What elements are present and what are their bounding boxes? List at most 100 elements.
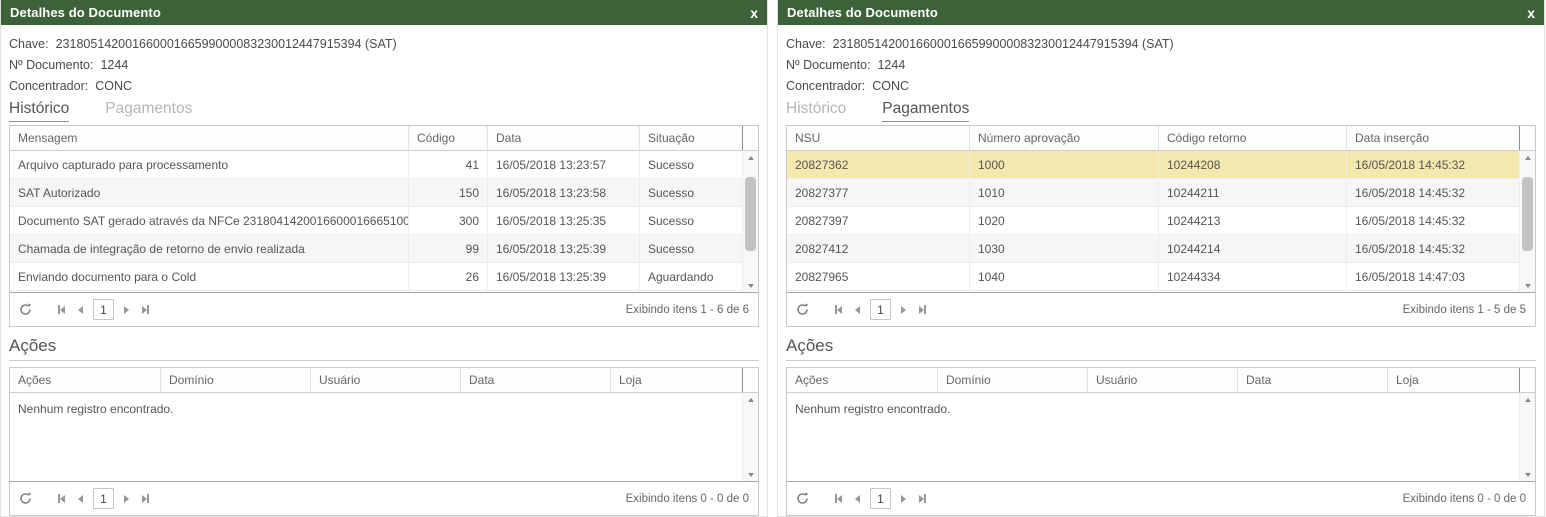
prev-page-button[interactable] xyxy=(848,489,867,508)
header-scrollbar-pad xyxy=(742,126,758,150)
table-row[interactable]: Enviando documento para o Cold 26 16/05/… xyxy=(10,263,758,291)
current-page[interactable]: 1 xyxy=(870,488,891,509)
prev-page-button[interactable] xyxy=(848,300,867,319)
tab-strip: Histórico Pagamentos xyxy=(1,97,767,122)
vertical-scrollbar[interactable] xyxy=(1519,393,1535,481)
document-info: Chave:2318051420016600016659900008323001… xyxy=(1,25,767,97)
table-row-selected[interactable]: 20827362 1000 10244208 16/05/2018 14:45:… xyxy=(787,151,1535,179)
concentrador-value: CONC xyxy=(95,79,132,93)
last-page-button[interactable] xyxy=(913,300,932,319)
cell-data: 16/05/2018 13:23:57 xyxy=(487,151,639,178)
close-icon[interactable]: x xyxy=(750,6,758,20)
tab-historico[interactable]: Histórico xyxy=(9,100,69,122)
scroll-down-icon[interactable] xyxy=(743,279,758,292)
current-page[interactable]: 1 xyxy=(870,299,891,320)
next-page-button[interactable] xyxy=(894,489,913,508)
vertical-scrollbar[interactable] xyxy=(742,151,758,292)
acoes-grid: Ações Domínio Usuário Data Loja Nenhum r… xyxy=(786,367,1536,516)
refresh-icon[interactable] xyxy=(19,303,32,316)
scroll-up-icon[interactable] xyxy=(1520,151,1535,164)
documento-label: Nº Documento: xyxy=(786,58,870,72)
cell-codigo: 300 xyxy=(408,207,487,234)
cell-retorno: 10244208 xyxy=(1158,151,1346,178)
vertical-scrollbar[interactable] xyxy=(742,393,758,481)
last-page-button[interactable] xyxy=(136,300,155,319)
documento-value: 1244 xyxy=(877,58,905,72)
cell-insercao: 16/05/2018 14:45:32 xyxy=(1346,151,1535,178)
refresh-icon[interactable] xyxy=(796,492,809,505)
cell-insercao: 16/05/2018 14:45:32 xyxy=(1346,179,1535,206)
cell-codigo: 150 xyxy=(408,179,487,206)
prev-page-button[interactable] xyxy=(71,489,90,508)
first-page-button[interactable] xyxy=(52,489,71,508)
pager-status: Exibindo itens 0 - 0 de 0 xyxy=(1403,493,1526,505)
cell-codigo: 99 xyxy=(408,235,487,262)
pagamentos-pager: 1 Exibindo itens 1 - 5 de 5 xyxy=(787,293,1535,326)
chave-row: Chave:2318051420016600016659900008323001… xyxy=(9,34,759,55)
dialog-title: Detalhes do Documento xyxy=(787,5,938,20)
column-header-acoes: Ações xyxy=(10,368,160,392)
pager-status: Exibindo itens 1 - 5 de 5 xyxy=(1403,304,1526,316)
table-row[interactable]: SAT Autorizado 150 16/05/2018 13:23:58 S… xyxy=(10,179,758,207)
historico-grid-body: Arquivo capturado para processamento 41 … xyxy=(10,151,758,293)
first-page-button[interactable] xyxy=(52,300,71,319)
cell-aprovacao: 1010 xyxy=(969,179,1158,206)
cell-data: 16/05/2018 13:25:39 xyxy=(487,235,639,262)
last-page-button[interactable] xyxy=(913,489,932,508)
refresh-icon[interactable] xyxy=(796,303,809,316)
cell-aprovacao: 1000 xyxy=(969,151,1158,178)
concentrador-row: Concentrador:CONC xyxy=(9,76,759,97)
chave-value: 2318051420016600016659900008323001244791… xyxy=(56,37,397,51)
close-icon[interactable]: x xyxy=(1527,6,1535,20)
table-row[interactable]: 20827397 1020 10244213 16/05/2018 14:45:… xyxy=(787,207,1535,235)
vertical-scrollbar[interactable] xyxy=(1519,151,1535,292)
next-page-button[interactable] xyxy=(117,489,136,508)
scrollbar-thumb[interactable] xyxy=(745,177,756,251)
current-page[interactable]: 1 xyxy=(93,299,114,320)
scroll-down-icon[interactable] xyxy=(743,468,758,481)
column-header-data: Data xyxy=(460,368,610,392)
document-details-dialog-historico: Detalhes do Documento x Chave:2318051420… xyxy=(0,0,768,517)
refresh-icon[interactable] xyxy=(19,492,32,505)
historico-pager: 1 Exibindo itens 1 - 6 de 6 xyxy=(10,293,758,326)
table-row[interactable]: Documento SAT gerado através da NFCe 231… xyxy=(10,207,758,235)
prev-page-button[interactable] xyxy=(71,300,90,319)
scroll-up-icon[interactable] xyxy=(743,393,758,406)
cell-nsu: 20827362 xyxy=(787,151,969,178)
scroll-down-icon[interactable] xyxy=(1520,468,1535,481)
acoes-divider xyxy=(786,360,1536,361)
column-header-nsu: NSU xyxy=(787,126,969,150)
cell-data: 16/05/2018 13:25:39 xyxy=(487,263,639,290)
table-row[interactable]: 20827412 1030 10244214 16/05/2018 14:45:… xyxy=(787,235,1535,263)
pagamentos-grid-header: NSU Número aprovação Código retorno Data… xyxy=(787,126,1535,151)
table-row[interactable]: Chamada de integração de retorno de envi… xyxy=(10,235,758,263)
pager-status: Exibindo itens 1 - 6 de 6 xyxy=(626,304,749,316)
tab-pagamentos[interactable]: Pagamentos xyxy=(105,100,192,122)
table-row[interactable]: 20827965 1040 10244334 16/05/2018 14:47:… xyxy=(787,263,1535,291)
column-header-data-insercao: Data inserção xyxy=(1346,126,1519,150)
cell-mensagem: SAT Autorizado xyxy=(10,179,408,206)
documento-row: Nº Documento: 1244 xyxy=(786,55,1536,76)
next-page-button[interactable] xyxy=(894,300,913,319)
first-page-button[interactable] xyxy=(829,489,848,508)
last-page-button[interactable] xyxy=(136,489,155,508)
column-header-usuario: Usuário xyxy=(310,368,460,392)
scroll-down-icon[interactable] xyxy=(1520,279,1535,292)
table-row[interactable]: 20827377 1010 10244211 16/05/2018 14:45:… xyxy=(787,179,1535,207)
scroll-up-icon[interactable] xyxy=(743,151,758,164)
next-page-button[interactable] xyxy=(117,300,136,319)
current-page[interactable]: 1 xyxy=(93,488,114,509)
first-page-button[interactable] xyxy=(829,300,848,319)
scrollbar-thumb[interactable] xyxy=(1522,177,1533,251)
dialog-titlebar: Detalhes do Documento x xyxy=(1,0,767,25)
cell-nsu: 20827412 xyxy=(787,235,969,262)
scroll-up-icon[interactable] xyxy=(1520,393,1535,406)
concentrador-label: Concentrador: xyxy=(786,79,865,93)
cell-data: 16/05/2018 13:23:58 xyxy=(487,179,639,206)
cell-retorno: 10244213 xyxy=(1158,207,1346,234)
column-header-dominio: Domínio xyxy=(937,368,1087,392)
table-row[interactable]: Arquivo capturado para processamento 41 … xyxy=(10,151,758,179)
tab-historico[interactable]: Histórico xyxy=(786,100,846,122)
tab-pagamentos[interactable]: Pagamentos xyxy=(882,100,969,122)
column-header-numero-aprovacao: Número aprovação xyxy=(969,126,1158,150)
